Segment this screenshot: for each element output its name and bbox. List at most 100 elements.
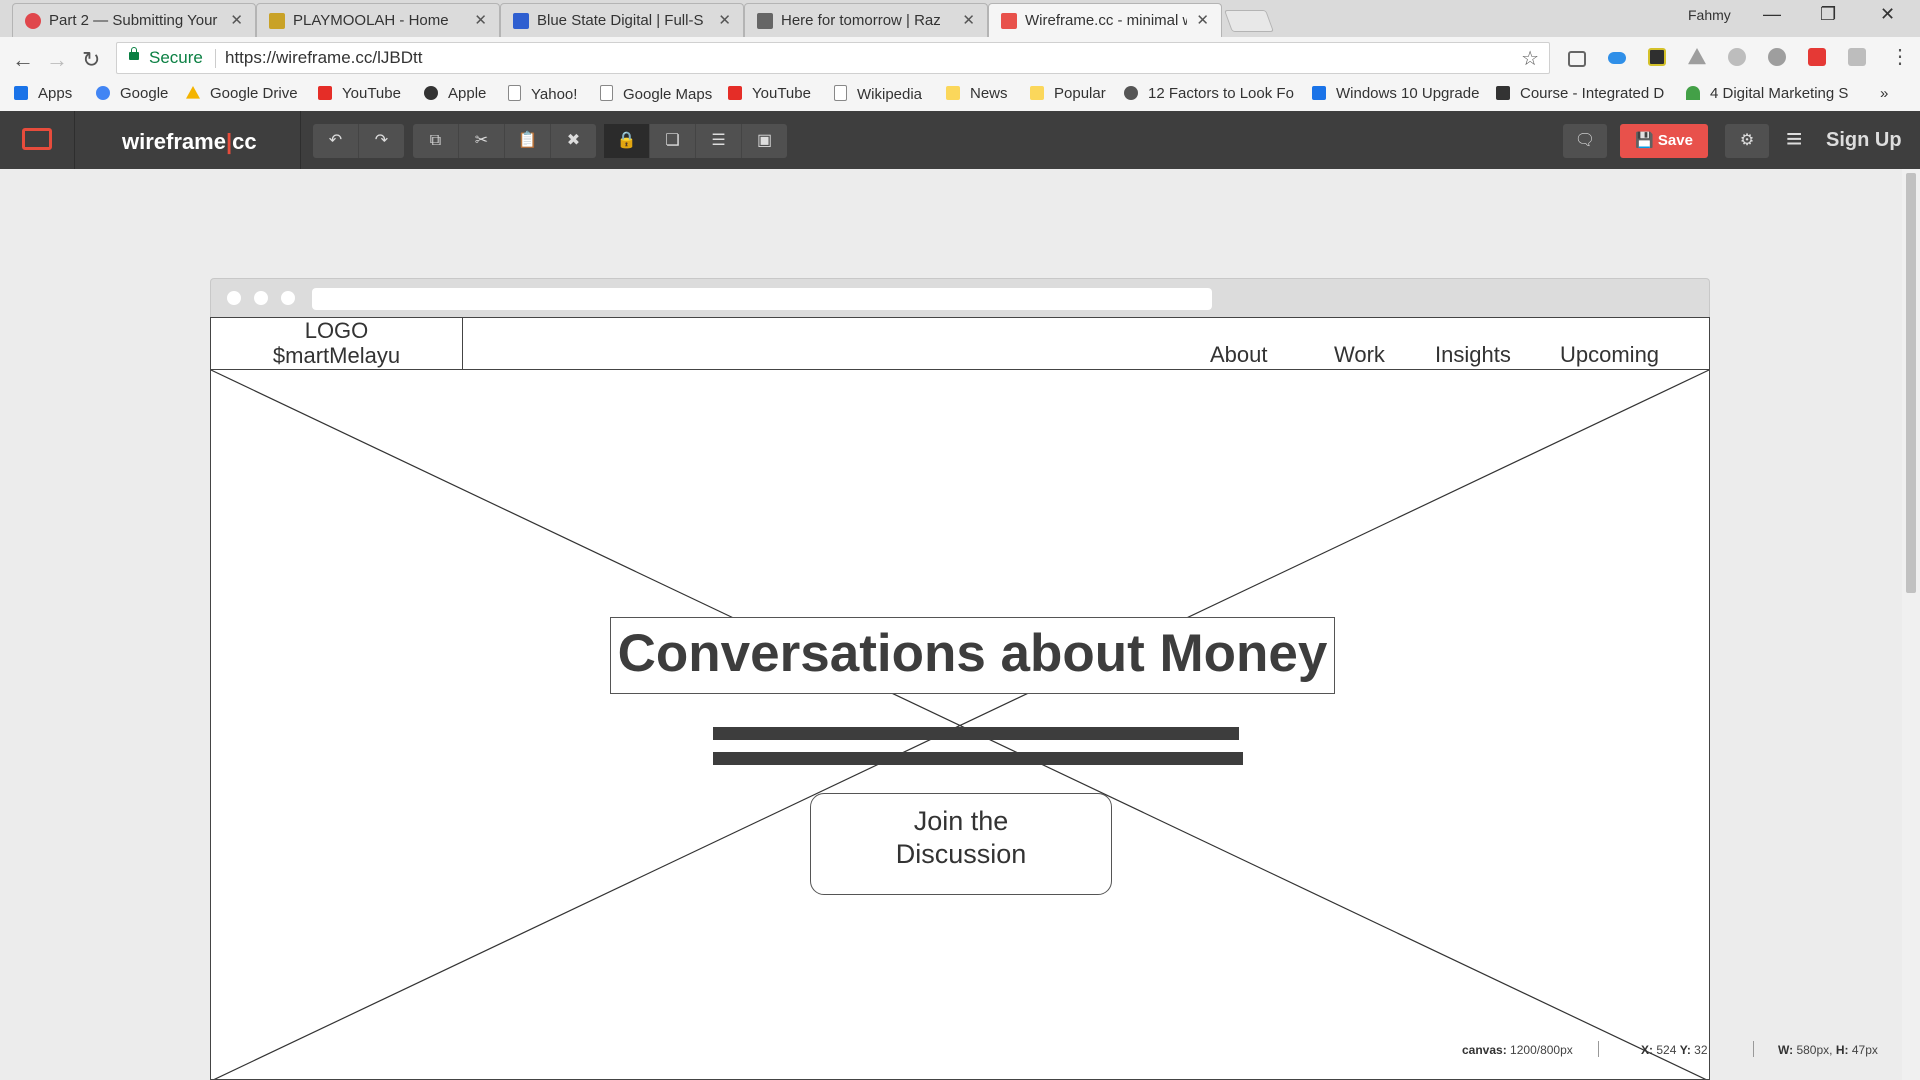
close-window-icon[interactable]: ✕ <box>1880 4 1895 25</box>
tab-title: Here for tomorrow | Raz <box>781 12 941 29</box>
cut-icon[interactable]: ✂ <box>459 124 505 158</box>
save-icon: 💾 <box>1635 132 1654 149</box>
user-name[interactable]: Fahmy <box>1688 7 1731 23</box>
sign-up-link[interactable]: Sign Up <box>1826 129 1902 152</box>
divider <box>1598 1041 1599 1057</box>
nav-upcoming[interactable]: Upcoming <box>1560 342 1659 368</box>
playmoolah-icon <box>269 13 285 29</box>
url-text[interactable]: https://wireframe.cc/lJBDtt <box>225 48 422 68</box>
minimize-icon[interactable]: — <box>1763 4 1781 25</box>
undo-icon[interactable]: ↶ <box>313 124 359 158</box>
app-logo: wireframe|cc <box>122 129 257 154</box>
tab-title: Wireframe.cc - minimal w <box>1025 12 1187 29</box>
arrange-icon[interactable]: ❏ <box>650 124 696 158</box>
bookmarks-overflow-icon[interactable]: » <box>1880 85 1888 102</box>
ghostery-icon[interactable] <box>1768 48 1786 66</box>
join-discussion-button[interactable]: Join the Discussion <box>810 793 1112 895</box>
browser-menu-icon[interactable]: ⋮ <box>1890 44 1910 69</box>
divider <box>74 111 75 169</box>
nav-insights[interactable]: Insights <box>1435 342 1511 368</box>
bookmark-google-drive[interactable]: Google Drive <box>186 85 298 102</box>
reload-icon[interactable]: ↻ <box>82 47 100 73</box>
tab-playmoolah[interactable]: PLAYMOOLAH - Home ✕ <box>256 3 500 37</box>
page-type-icon[interactable] <box>22 128 52 150</box>
delete-icon[interactable]: ✖ <box>551 124 596 158</box>
hero-headline[interactable]: Conversations about Money <box>610 617 1335 694</box>
tab-close-icon[interactable]: ✕ <box>230 11 243 29</box>
apple-icon <box>424 86 438 100</box>
bookmark-apple[interactable]: Apple <box>424 85 486 102</box>
lock-icon[interactable]: 🔒 <box>604 124 650 158</box>
bookmark-digital-marketing[interactable]: 4 Digital Marketing S <box>1686 85 1856 102</box>
settings-icon[interactable]: ⚙ <box>1725 124 1769 158</box>
tab-wireframe[interactable]: Wireframe.cc - minimal w ✕ <box>988 3 1222 37</box>
tab-close-icon[interactable]: ✕ <box>474 11 487 29</box>
bookmark-news[interactable]: News <box>946 85 1008 102</box>
app-toolbar: wireframe|cc ↶ ↷ ⧉ ✂ 📋 ✖ 🔒 ❏ ☰ ▣ 🗨 💾 Sav… <box>0 111 1920 169</box>
tab-close-icon[interactable]: ✕ <box>718 11 731 29</box>
s-extension-icon[interactable] <box>1808 48 1826 66</box>
bookmark-google-maps[interactable]: Google Maps <box>600 85 712 103</box>
save-button[interactable]: 💾 Save <box>1620 124 1708 158</box>
scrollbar-thumb[interactable] <box>1906 173 1916 593</box>
tab-title: Blue State Digital | Full-S <box>537 12 704 29</box>
google-icon <box>96 86 110 100</box>
tab-part2[interactable]: Part 2 — Submitting Your ✕ <box>12 3 256 37</box>
tab-blue-state-digital[interactable]: Blue State Digital | Full-S ✕ <box>500 3 744 37</box>
wireframe-url-bar[interactable] <box>312 288 1212 310</box>
bookmark-youtube-2[interactable]: YouTube <box>728 85 811 102</box>
bookmark-yahoo[interactable]: Yahoo! <box>508 85 577 103</box>
position-status: X: 524 Y: 32 <box>1641 1043 1708 1057</box>
bookmark-popular[interactable]: Popular <box>1030 85 1106 102</box>
bookmark-google[interactable]: Google <box>96 85 168 102</box>
window-dot <box>254 291 268 305</box>
bookmark-windows-10[interactable]: Windows 10 Upgrade <box>1312 85 1484 102</box>
vertical-scrollbar[interactable] <box>1902 169 1920 1080</box>
back-icon[interactable]: ← <box>12 47 34 73</box>
lock-icon <box>129 47 139 60</box>
wireframe-logo[interactable]: LOGO $martMelayu <box>211 318 463 369</box>
tab-close-icon[interactable]: ✕ <box>1196 11 1209 29</box>
nav-work[interactable]: Work <box>1334 342 1385 368</box>
maximize-icon[interactable]: ❐ <box>1820 4 1836 25</box>
divider <box>1753 1041 1754 1057</box>
bookmark-course[interactable]: Course - Integrated D <box>1496 85 1668 102</box>
nav-about[interactable]: About <box>1210 342 1268 368</box>
bookmark-star-icon[interactable]: ☆ <box>1521 46 1539 71</box>
canvas-size-status: canvas: 1200/800px <box>1462 1043 1573 1057</box>
bookmark-youtube[interactable]: YouTube <box>318 85 401 102</box>
tab-close-icon[interactable]: ✕ <box>962 11 975 29</box>
text-placeholder-line[interactable] <box>713 752 1243 765</box>
check-extension-icon[interactable] <box>1648 48 1666 66</box>
pdf-extension-icon[interactable] <box>1848 48 1866 66</box>
bookmark-apps[interactable]: Apps <box>14 85 72 102</box>
ga-icon <box>25 13 41 29</box>
align-icon[interactable]: ☰ <box>696 124 742 158</box>
paste-icon[interactable]: 📋 <box>505 124 551 158</box>
text-placeholder-line[interactable] <box>713 727 1239 740</box>
drive-icon <box>186 86 200 99</box>
bookmarks-bar: Apps Google Google Drive YouTube Apple Y… <box>0 81 1920 111</box>
cast-icon[interactable] <box>1568 51 1586 67</box>
wireframe-page[interactable]: LOGO $martMelayu About Work Insights Upc… <box>210 317 1710 1080</box>
new-tab-button[interactable] <box>1223 10 1275 32</box>
youtube-icon <box>728 86 742 100</box>
wireframe-browser-frame <box>210 278 1710 317</box>
window-dot <box>227 291 241 305</box>
tab-razorfish[interactable]: Here for tomorrow | Raz ✕ <box>744 3 988 37</box>
hamburger-menu-icon[interactable]: ≡ <box>1786 123 1802 155</box>
wireframe-header: LOGO $martMelayu About Work Insights Upc… <box>211 318 1709 370</box>
comment-icon[interactable]: 🗨 <box>1563 124 1607 158</box>
cloud-icon[interactable] <box>1608 52 1626 64</box>
clipboard-group: ⧉ ✂ 📋 ✖ <box>413 124 596 158</box>
bookmark-wikipedia[interactable]: Wikipedia <box>834 85 922 103</box>
group-icon[interactable]: ▣ <box>742 124 787 158</box>
redo-icon[interactable]: ↷ <box>359 124 404 158</box>
forward-icon[interactable]: → <box>46 47 68 73</box>
lastpass-icon[interactable] <box>1728 48 1746 66</box>
page-icon <box>834 85 847 101</box>
bookmark-12-factors[interactable]: 12 Factors to Look Fo <box>1124 85 1294 102</box>
address-bar[interactable]: Secure https://wireframe.cc/lJBDtt ☆ <box>116 42 1550 74</box>
page-icon <box>600 85 613 101</box>
copy-icon[interactable]: ⧉ <box>413 124 459 158</box>
